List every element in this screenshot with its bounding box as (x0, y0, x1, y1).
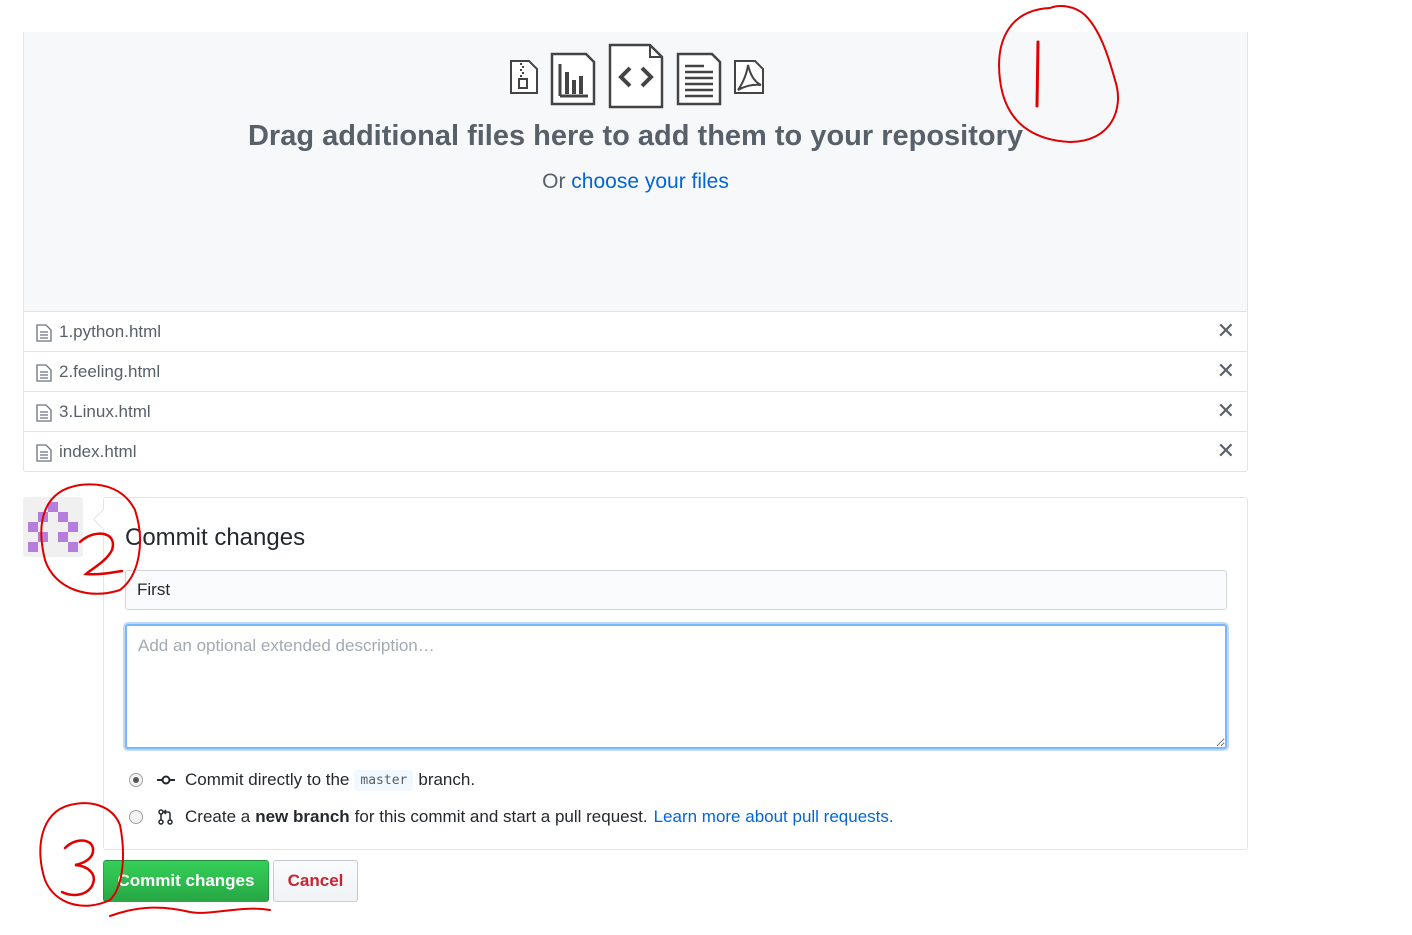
git-pull-request-icon (158, 809, 173, 825)
file-icon (36, 324, 52, 342)
new-branch-radio[interactable] (129, 810, 143, 824)
drop-zone-subtitle: Or choose your files (24, 170, 1247, 194)
new-branch-text: Create a (185, 807, 251, 826)
file-name: 3.Linux.html (59, 402, 151, 421)
branch-name-chip: master (354, 769, 414, 791)
commit-summary-input[interactable] (125, 570, 1227, 610)
remove-file-icon[interactable]: ✕ (1217, 360, 1235, 382)
commit-direct-option[interactable]: Commit directly to the master branch. (129, 768, 475, 792)
commit-direct-text: Commit directly to the (185, 770, 350, 789)
choose-files-link[interactable]: choose your files (571, 170, 729, 193)
file-row: 1.python.html ✕ (24, 312, 1247, 352)
new-branch-bold: new branch (255, 807, 350, 826)
commit-form: Commit changes Commit directly to the ma… (103, 497, 1248, 850)
file-icon (36, 364, 52, 382)
cancel-button[interactable]: Cancel (273, 860, 358, 902)
file-name: 2.feeling.html (59, 362, 161, 381)
file-name: index.html (59, 442, 137, 461)
new-branch-option[interactable]: Create a new branch for this commit and … (129, 805, 894, 829)
code-file-icon (608, 43, 664, 109)
file-icon (36, 444, 52, 462)
git-commit-icon (157, 775, 175, 785)
file-icon (36, 404, 52, 422)
zip-file-icon (510, 60, 538, 94)
file-row: 2.feeling.html ✕ (24, 352, 1247, 392)
file-row: index.html ✕ (24, 432, 1247, 472)
file-row: 3.Linux.html ✕ (24, 392, 1247, 432)
remove-file-icon[interactable]: ✕ (1217, 400, 1235, 422)
commit-description-textarea[interactable] (125, 624, 1227, 749)
drop-zone-prefix: Or (542, 170, 566, 193)
identicon-icon (28, 502, 78, 552)
remove-file-icon[interactable]: ✕ (1217, 440, 1235, 462)
uploaded-file-list: 1.python.html ✕ 2.feeling.html ✕ 3.Linux… (23, 311, 1248, 472)
new-branch-text-after: for this commit and start a pull request… (354, 807, 648, 826)
commit-direct-radio[interactable] (129, 773, 143, 787)
remove-file-icon[interactable]: ✕ (1217, 320, 1235, 342)
file-drop-zone[interactable]: Drag additional files here to add them t… (23, 32, 1248, 312)
commit-direct-text-after: branch. (418, 770, 476, 789)
annotation-underline-3 (109, 906, 271, 917)
commit-heading: Commit changes (125, 524, 306, 551)
avatar[interactable] (23, 497, 83, 557)
drop-zone-title: Drag additional files here to add them t… (247, 120, 1024, 152)
commit-changes-button[interactable]: Commit changes (103, 860, 269, 902)
text-file-icon (676, 52, 722, 106)
graph-file-icon (550, 52, 596, 106)
pdf-file-icon (734, 60, 764, 94)
annotation-mark-3 (60, 839, 95, 897)
file-name: 1.python.html (59, 322, 162, 341)
file-type-icons (24, 42, 1247, 112)
learn-pull-requests-link[interactable]: Learn more about pull requests. (654, 807, 894, 827)
